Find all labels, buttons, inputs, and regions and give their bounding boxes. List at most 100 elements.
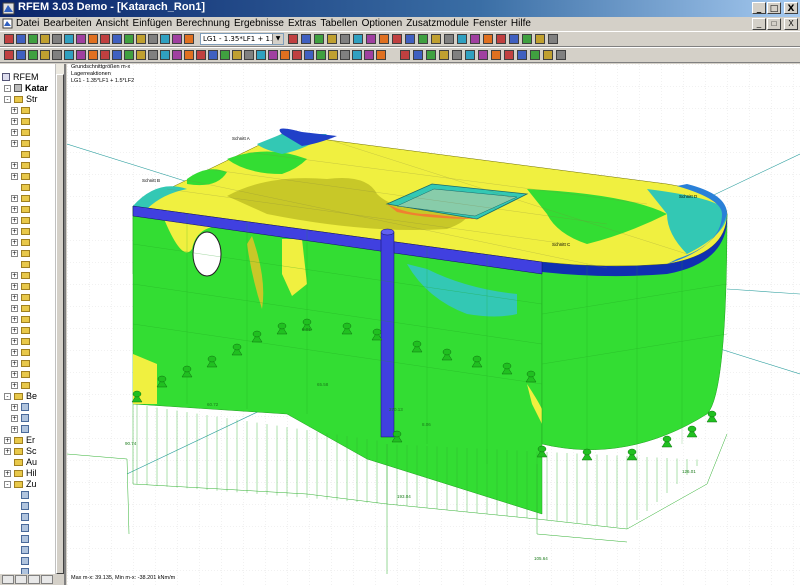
toolbar-tool-icon[interactable]	[208, 50, 218, 60]
tree-item[interactable]	[0, 534, 60, 545]
toolbar-tool-icon[interactable]	[522, 34, 532, 44]
load-case-select[interactable]: LG1 - 1.35*LF1 + 1.5*LF2 ▼	[200, 33, 284, 45]
tree-item[interactable]: +	[0, 127, 60, 138]
toolbar-tool-icon[interactable]	[292, 50, 302, 60]
tree-item[interactable]: +	[0, 336, 60, 347]
expand-icon[interactable]: +	[11, 162, 18, 169]
toolbar-tool-icon[interactable]	[160, 50, 170, 60]
toolbar-tool-icon[interactable]	[136, 50, 146, 60]
doc-minimize-button[interactable]: _	[752, 18, 766, 30]
toolbar-tool-icon[interactable]	[392, 34, 402, 44]
toolbar-tool-icon[interactable]	[40, 34, 50, 44]
toolbar-tool-icon[interactable]	[405, 34, 415, 44]
toolbar-tool-icon[interactable]	[418, 34, 428, 44]
expand-icon[interactable]: +	[4, 437, 11, 444]
tree-item[interactable]: +	[0, 116, 60, 127]
document-icon[interactable]	[2, 18, 13, 29]
toolbar-tool-icon[interactable]	[328, 50, 338, 60]
expand-icon[interactable]: +	[11, 338, 18, 345]
menu-item[interactable]: Ergebnisse	[232, 17, 286, 31]
tree-item[interactable]: - Str	[0, 94, 60, 105]
toolbar-tool-icon[interactable]	[327, 34, 337, 44]
toolbar-tool-icon[interactable]	[431, 34, 441, 44]
tree-item[interactable]: + Er	[0, 435, 60, 446]
expand-icon[interactable]: +	[11, 294, 18, 301]
expand-icon[interactable]: +	[11, 206, 18, 213]
tree-item[interactable]: +	[0, 193, 60, 204]
tree-item[interactable]: +	[0, 248, 60, 259]
expand-icon[interactable]: +	[11, 272, 18, 279]
toolbar-tool-icon[interactable]	[52, 34, 62, 44]
maximize-button[interactable]: □	[767, 2, 781, 14]
toolbar-tool-icon[interactable]	[28, 50, 38, 60]
expand-icon[interactable]: +	[11, 129, 18, 136]
toolbar-tool-icon[interactable]	[52, 50, 62, 60]
menu-item[interactable]: Einfügen	[131, 17, 174, 31]
tree-item[interactable]: +	[0, 303, 60, 314]
model-viewport[interactable]: Grundschnittgrößen m-x Lagerreaktionen L…	[67, 64, 800, 585]
toolbar-tool-icon[interactable]	[470, 34, 480, 44]
toolbar-tool-icon[interactable]	[452, 50, 462, 60]
toolbar-tool-icon[interactable]	[112, 50, 122, 60]
toolbar-tool-icon[interactable]	[366, 34, 376, 44]
toolbar-tool-icon[interactable]	[184, 34, 194, 44]
tab-results[interactable]	[41, 575, 53, 584]
toolbar-tool-icon[interactable]	[496, 34, 506, 44]
toolbar-tool-icon[interactable]	[4, 34, 14, 44]
toolbar-tool-icon[interactable]	[16, 50, 26, 60]
toolbar-tool-icon[interactable]	[530, 50, 540, 60]
expand-icon[interactable]: +	[11, 382, 18, 389]
tree-item[interactable]: +	[0, 292, 60, 303]
menu-item[interactable]: Tabellen	[318, 17, 359, 31]
expand-icon[interactable]: +	[11, 327, 18, 334]
menu-item[interactable]: Fenster	[471, 17, 509, 31]
tab-data[interactable]	[2, 575, 14, 584]
expand-icon[interactable]: +	[11, 195, 18, 202]
tree-item[interactable]: +	[0, 413, 60, 424]
toolbar-tool-icon[interactable]	[4, 50, 14, 60]
tree-item[interactable]: +	[0, 270, 60, 281]
menu-item[interactable]: Optionen	[360, 17, 405, 31]
toolbar-tool-icon[interactable]	[457, 34, 467, 44]
tab-display[interactable]	[15, 575, 27, 584]
tree-item[interactable]	[0, 556, 60, 567]
toolbar-tool-icon[interactable]	[314, 34, 324, 44]
toolbar-tool-icon[interactable]	[148, 50, 158, 60]
expand-icon[interactable]: +	[11, 250, 18, 257]
toolbar-tool-icon[interactable]	[148, 34, 158, 44]
rfem-app-icon[interactable]	[2, 2, 15, 15]
toolbar-tool-icon[interactable]	[160, 34, 170, 44]
tree-item[interactable]: +	[0, 347, 60, 358]
toolbar-tool-icon[interactable]	[76, 34, 86, 44]
tree-item[interactable]	[0, 523, 60, 534]
toolbar-tool-icon[interactable]	[400, 50, 410, 60]
menu-item[interactable]: Bearbeiten	[41, 17, 93, 31]
toolbar-tool-icon[interactable]	[426, 50, 436, 60]
toolbar-tool-icon[interactable]	[256, 50, 266, 60]
tree-item[interactable]: +	[0, 138, 60, 149]
toolbar-tool-icon[interactable]	[76, 50, 86, 60]
toolbar-tool-icon[interactable]	[64, 50, 74, 60]
tree-item[interactable]: +	[0, 380, 60, 391]
tree-item[interactable]: +	[0, 325, 60, 336]
toolbar-tool-icon[interactable]	[340, 34, 350, 44]
toolbar-tool-icon[interactable]	[184, 50, 194, 60]
tree-item[interactable]	[0, 501, 60, 512]
menu-item[interactable]: Ansicht	[94, 17, 131, 31]
toolbar-tool-icon[interactable]	[517, 50, 527, 60]
close-button[interactable]: X	[784, 2, 798, 14]
toolbar-tool-icon[interactable]	[340, 50, 350, 60]
toolbar-tool-icon[interactable]	[444, 34, 454, 44]
tree-item[interactable]: +	[0, 237, 60, 248]
toolbar-tool-icon[interactable]	[465, 50, 475, 60]
toolbar-tool-icon[interactable]	[112, 34, 122, 44]
tree-item[interactable]: +	[0, 314, 60, 325]
tree-item[interactable]	[0, 259, 60, 270]
collapse-icon[interactable]: -	[4, 481, 11, 488]
toolbar-tool-icon[interactable]	[316, 50, 326, 60]
collapse-icon[interactable]: -	[4, 85, 11, 92]
toolbar-tool-icon[interactable]	[172, 34, 182, 44]
toolbar-tool-icon[interactable]	[352, 50, 362, 60]
tab-views[interactable]	[28, 575, 40, 584]
tree-item[interactable]: +	[0, 215, 60, 226]
